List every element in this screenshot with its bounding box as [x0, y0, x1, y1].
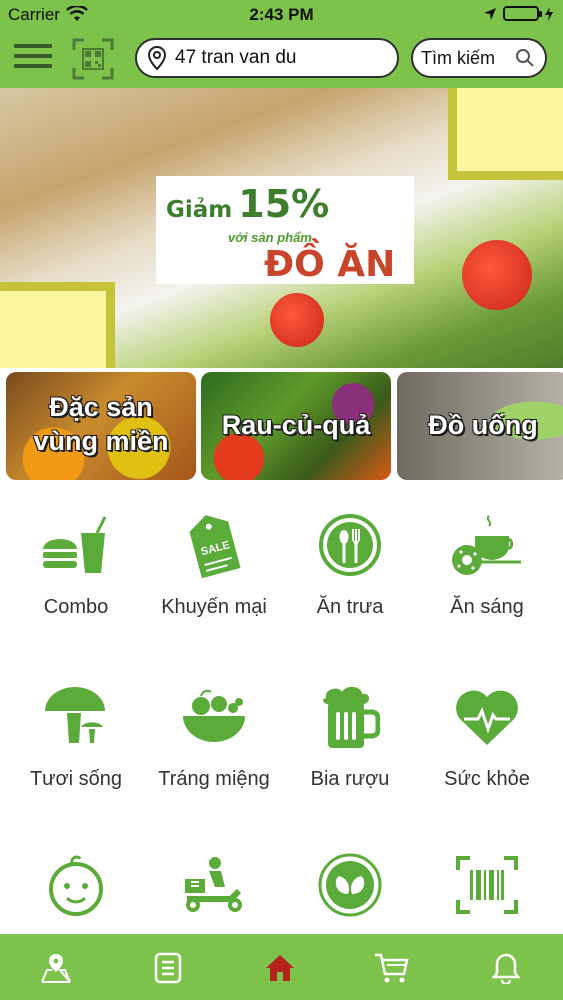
tab-notifications[interactable] [486, 948, 526, 988]
tab-cart[interactable] [372, 948, 412, 988]
qr-scan-icon[interactable] [72, 38, 114, 80]
bell-icon [491, 953, 521, 984]
grid-item-organic[interactable] [280, 852, 420, 918]
promo-box: Giảm 15% với sản phẩm ĐỒ ĂN [156, 176, 414, 285]
category-card-regional[interactable]: Đặc sản vùng miền [6, 372, 196, 480]
coffee-donut-icon [452, 515, 521, 575]
grid-item-label: Ăn sáng [450, 596, 524, 618]
mushroom-icon [45, 687, 105, 743]
grid-item-label: Bia rượu [310, 768, 390, 790]
baby-face-icon [49, 855, 103, 916]
spoon-fork-icon [319, 514, 381, 576]
category-label: Đặc sản [49, 392, 153, 422]
grid-item-label: Tươi sống [29, 768, 123, 790]
status-indicators [483, 6, 553, 21]
menu-button[interactable] [14, 44, 52, 72]
tomato-image [462, 240, 532, 310]
promo-headline: Giảm 15% [166, 182, 329, 226]
grid-item-label: Khuyến mại [161, 596, 267, 618]
search-button[interactable]: Tìm kiếm [411, 38, 547, 78]
location-pin-icon [147, 45, 167, 71]
header-bar: 47 tran van du Tìm kiếm [0, 30, 563, 88]
category-label: vùng miền [33, 426, 169, 456]
grid-item-label: Ăn trưa [316, 596, 384, 618]
tab-home[interactable] [260, 948, 300, 988]
grid-item-fresh[interactable]: Tươi sống [6, 684, 146, 791]
delivery-scooter-icon [185, 857, 242, 912]
heart-pulse-icon [456, 690, 518, 745]
grid-item-combo[interactable]: Combo [6, 512, 146, 619]
grid-item-label: Combo [43, 596, 109, 618]
barcode-scan-icon [456, 856, 518, 914]
grid-item-delivery[interactable] [144, 852, 284, 918]
tab-map[interactable] [36, 948, 76, 988]
grid-item-label: Tráng miệng [158, 768, 270, 790]
beer-icon [323, 686, 380, 748]
orders-icon [154, 952, 182, 984]
map-icon [41, 954, 71, 983]
category-label: Rau-củ-quả [221, 410, 371, 440]
leaf-circle-icon [318, 853, 382, 917]
category-label: Đồ uống [428, 410, 538, 440]
grid-item-baby[interactable] [6, 852, 146, 918]
battery-icon [503, 6, 542, 21]
tab-orders[interactable] [148, 948, 188, 988]
category-carousel: Đặc sản vùng miền Rau-củ-quả Đồ uống [6, 372, 563, 482]
sale-tag-icon: SALE [189, 515, 241, 578]
category-card-vegetables[interactable]: Rau-củ-quả [201, 372, 391, 480]
wifi-icon [66, 6, 88, 21]
promo-subtitle: với sản phẩm [228, 230, 312, 245]
address-text: 47 tran van du [175, 47, 297, 68]
charging-bolt-icon [545, 6, 553, 21]
grid-item-breakfast[interactable]: Ăn sáng [417, 512, 557, 619]
banner-decor-top [448, 88, 563, 180]
fruit-bowl-icon [183, 689, 245, 742]
grid-item-health[interactable]: Sức khỏe [417, 684, 557, 791]
home-icon [266, 955, 294, 981]
promo-word: Giảm [166, 197, 233, 223]
grid-item-lunch[interactable]: Ăn trưa [280, 512, 420, 619]
address-field[interactable]: 47 tran van du [135, 38, 399, 78]
cart-icon [375, 953, 409, 983]
search-icon [516, 49, 534, 67]
grid-item-label: Sức khỏe [444, 768, 530, 790]
grid-item-dessert[interactable]: Tráng miệng [144, 684, 284, 791]
location-arrow-icon [484, 7, 496, 20]
category-card-drinks[interactable]: Đồ uống [397, 372, 563, 480]
search-label: Tìm kiếm [421, 47, 495, 68]
grid-item-scan[interactable] [417, 852, 557, 918]
promo-percent: 15% [238, 182, 330, 226]
bottom-tab-bar [0, 934, 563, 1000]
banner-decor-bottom [0, 282, 115, 368]
tomato-image [270, 293, 324, 347]
promo-category: ĐỒ ĂN [264, 244, 396, 285]
grid-item-alcohol[interactable]: Bia rượu [280, 684, 420, 791]
grid-item-promotion[interactable]: SALE Khuyến mại [144, 512, 284, 619]
combo-icon [43, 516, 107, 573]
promo-banner[interactable]: Giảm 15% với sản phẩm ĐỒ ĂN [0, 88, 563, 368]
